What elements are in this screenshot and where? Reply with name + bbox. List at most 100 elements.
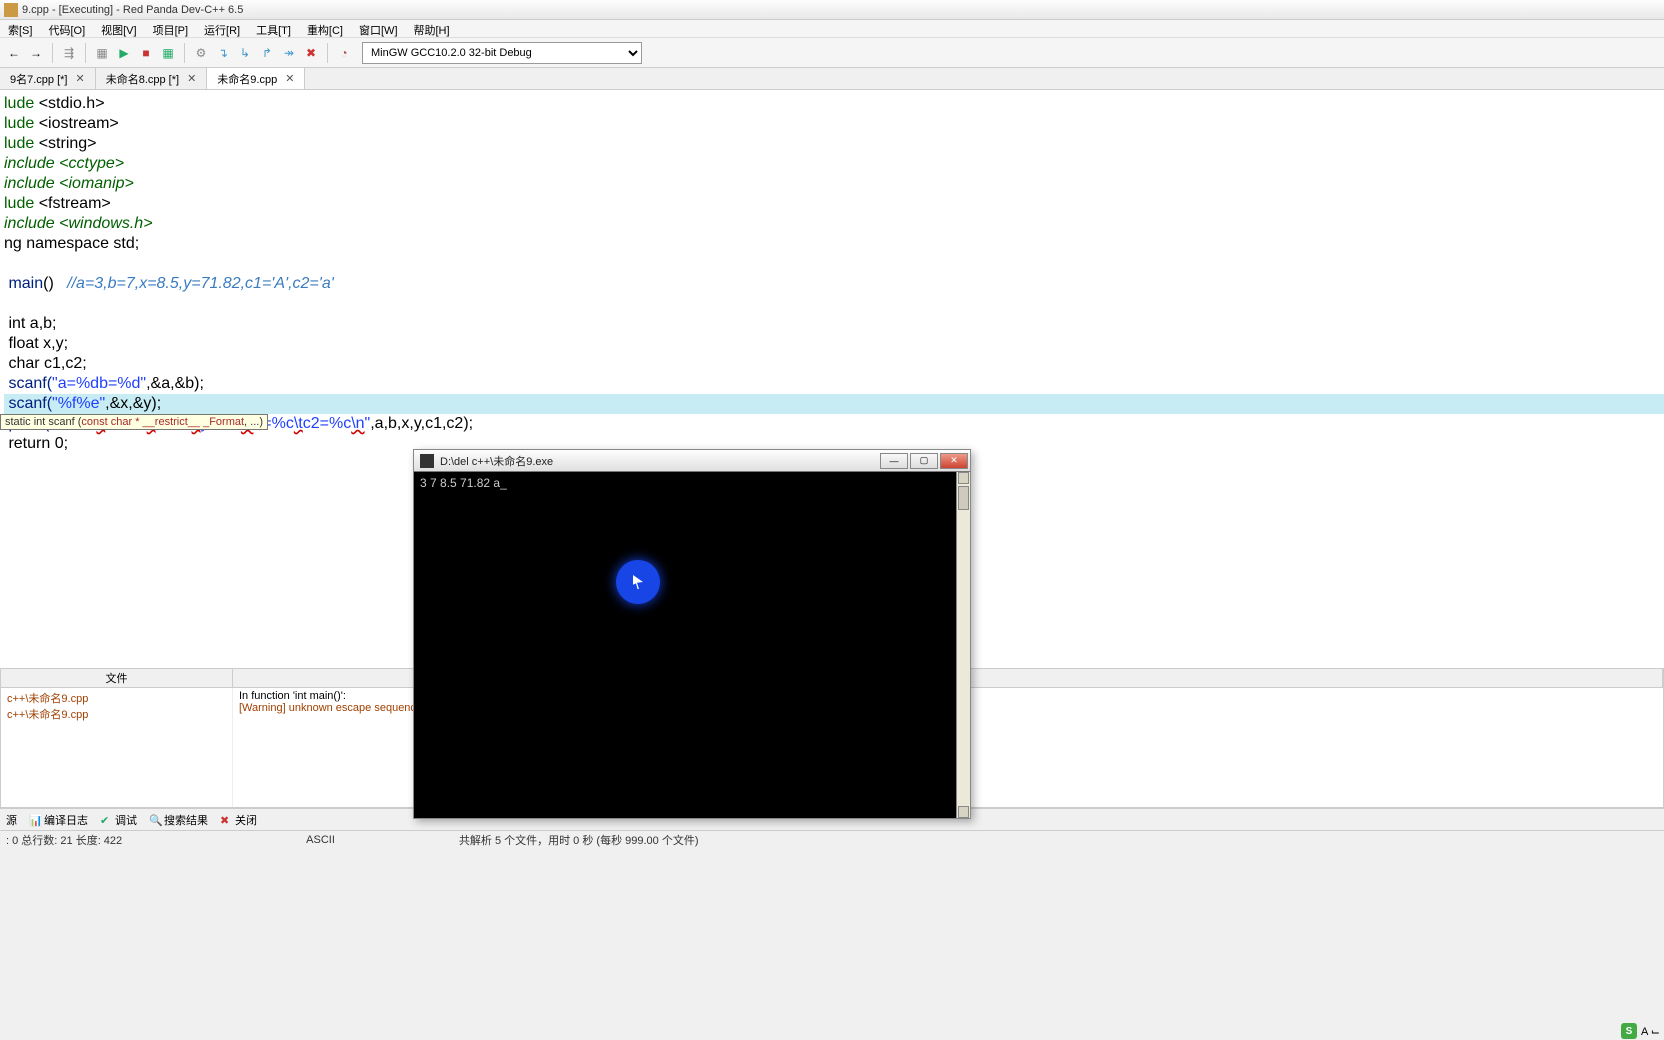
- compile-button[interactable]: ▦: [92, 43, 112, 63]
- menu-project[interactable]: 项目[P]: [145, 20, 196, 37]
- tab-file-9[interactable]: 未命名9.cpp ✕: [207, 68, 305, 89]
- bottom-tab-search[interactable]: 🔍搜索结果: [149, 812, 208, 828]
- status-lines: : 0 总行数: 21 长度: 422: [6, 832, 122, 848]
- bottom-tab-source[interactable]: 源: [6, 812, 17, 828]
- code-l10a: main: [4, 275, 43, 292]
- code-l17b12: \n: [351, 415, 364, 432]
- cursor-highlight: [616, 560, 660, 604]
- console-body[interactable]: 3 7 8.5 71.82 a_: [414, 472, 970, 818]
- search-icon: 🔍: [149, 814, 161, 826]
- close-button[interactable]: ✕: [940, 453, 968, 469]
- code-content[interactable]: lude <stdio.h> lude <iostream> lude <str…: [4, 94, 1664, 454]
- chart-icon: 📊: [29, 814, 41, 826]
- close-icon[interactable]: ✕: [75, 72, 84, 85]
- statusbar: : 0 总行数: 21 长度: 422 ASCII 共解析 5 个文件，用时 0…: [0, 830, 1664, 848]
- app-icon: [4, 3, 18, 17]
- code-l1a: lude: [4, 95, 39, 112]
- code-l17c: ,a,b,x,y,c1,c2);: [370, 415, 473, 432]
- menu-run[interactable]: 运行[R]: [196, 20, 248, 37]
- code-l18: return 0;: [4, 435, 68, 452]
- code-l2b: <iostream>: [39, 115, 119, 132]
- compile-run-button[interactable]: ▦: [158, 43, 178, 63]
- code-l15b: "a=%db=%d": [52, 375, 146, 392]
- scroll-down-icon[interactable]: [958, 806, 969, 818]
- tray-letters: A ⌙: [1641, 1025, 1660, 1038]
- status-parse: 共解析 5 个文件，用时 0 秒 (每秒 999.00 个文件): [459, 832, 699, 848]
- code-l12: int a,b;: [4, 315, 56, 332]
- toolbar-sep: [85, 43, 86, 63]
- scroll-thumb[interactable]: [958, 486, 969, 510]
- code-l6a: lude: [4, 195, 39, 212]
- code-l2a: lude: [4, 115, 39, 132]
- tab-file-8[interactable]: 未命名8.cpp [*] ✕: [96, 68, 208, 89]
- stop-button[interactable]: ■: [136, 43, 156, 63]
- window-title: 9.cpp - [Executing] - Red Panda Dev-C++ …: [22, 0, 243, 20]
- tooltip-c: , ...): [244, 416, 263, 428]
- menu-window[interactable]: 窗口[W]: [351, 20, 406, 37]
- profile-button[interactable]: ◔: [334, 43, 354, 63]
- minimize-button[interactable]: —: [880, 453, 908, 469]
- menu-search[interactable]: 索[S]: [0, 20, 40, 37]
- forward-button[interactable]: →: [26, 43, 46, 63]
- bottom-tab-debug[interactable]: ✔调试: [100, 812, 137, 828]
- code-l15c: ,&a,&b);: [146, 375, 204, 392]
- code-l16c: ,&x,&y);: [105, 395, 161, 412]
- console-title: D:\del c++\未命名9.exe: [440, 453, 553, 469]
- code-l1b: <stdio.h>: [39, 95, 105, 112]
- code-l8: ng namespace std;: [4, 235, 139, 252]
- code-l4a: include: [4, 155, 59, 172]
- scroll-up-icon[interactable]: [958, 472, 969, 484]
- tab-file-7[interactable]: 9名7.cpp [*] ✕: [0, 68, 96, 89]
- console-titlebar[interactable]: D:\del c++\未命名9.exe — ▢ ✕: [414, 450, 970, 472]
- console-output: 3 7 8.5 71.82 a_: [420, 476, 964, 490]
- code-l5a: include: [4, 175, 59, 192]
- messages-file-col: c++\未命名9.cpp c++\未命名9.cpp: [1, 688, 233, 807]
- stop-debug-button[interactable]: ✖: [301, 43, 321, 63]
- menubar[interactable]: 索[S] 代码[O] 视图[V] 项目[P] 运行[R] 工具[T] 重构[C]…: [0, 20, 1664, 38]
- code-l17b10: \t: [294, 415, 303, 432]
- close-icon[interactable]: ✕: [187, 72, 196, 85]
- bottom-tab-close[interactable]: ✖关闭: [220, 812, 257, 828]
- run-button[interactable]: ▶: [114, 43, 134, 63]
- toolbar-sep: [184, 43, 185, 63]
- console-icon: [420, 454, 434, 468]
- menu-refactor[interactable]: 重构[C]: [299, 20, 351, 37]
- debug-button[interactable]: ⚙: [191, 43, 211, 63]
- step-over-button[interactable]: ↴: [213, 43, 233, 63]
- bottom-tab-compile-log[interactable]: 📊编译日志: [29, 812, 88, 828]
- maximize-button[interactable]: ▢: [910, 453, 938, 469]
- menu-code[interactable]: 代码[O]: [40, 20, 93, 37]
- messages-col-file[interactable]: 文件: [1, 669, 233, 687]
- code-l15a: scanf(: [4, 375, 52, 392]
- menu-help[interactable]: 帮助[H]: [406, 20, 458, 37]
- param-hint-tooltip: static int scanf (const char * __restric…: [0, 414, 268, 430]
- bottom-tab-label: 编译日志: [44, 812, 88, 828]
- menu-tools[interactable]: 工具[T]: [248, 20, 299, 37]
- message-file[interactable]: c++\未命名9.cpp: [7, 706, 226, 722]
- tab-label: 未命名8.cpp [*]: [106, 71, 179, 87]
- close-icon[interactable]: ✕: [285, 72, 294, 85]
- ime-icon[interactable]: S: [1621, 1023, 1637, 1039]
- back-button[interactable]: ←: [4, 43, 24, 63]
- bottom-tab-label: 关闭: [235, 812, 257, 828]
- compiler-select[interactable]: MinGW GCC10.2.0 32-bit Debug: [362, 42, 642, 64]
- tab-label: 未命名9.cpp: [217, 71, 277, 87]
- toolbar-sep: [52, 43, 53, 63]
- bottom-tab-label: 源: [6, 812, 17, 828]
- system-tray: S A ⌙: [1621, 1022, 1660, 1040]
- step-into-button[interactable]: ↳: [235, 43, 255, 63]
- continue-button[interactable]: ↠: [279, 43, 299, 63]
- code-l16b: "%f%e": [52, 395, 105, 412]
- tooltip-a: static int scanf (: [5, 416, 81, 428]
- console-window[interactable]: D:\del c++\未命名9.exe — ▢ ✕ 3 7 8.5 71.82 …: [413, 449, 971, 819]
- reformat-button[interactable]: ⇶: [59, 43, 79, 63]
- menu-view[interactable]: 视图[V]: [93, 20, 144, 37]
- console-scrollbar[interactable]: [956, 472, 970, 818]
- message-file[interactable]: c++\未命名9.cpp: [7, 690, 226, 706]
- code-l10c: //a=3,b=7,x=8.5,y=71.82,c1='A',c2='a': [67, 275, 334, 292]
- code-l7a: include: [4, 215, 59, 232]
- tab-label: 9名7.cpp [*]: [10, 71, 67, 87]
- check-icon: ✔: [100, 814, 112, 826]
- step-out-button[interactable]: ↱: [257, 43, 277, 63]
- code-l7b: <windows.h>: [59, 215, 152, 232]
